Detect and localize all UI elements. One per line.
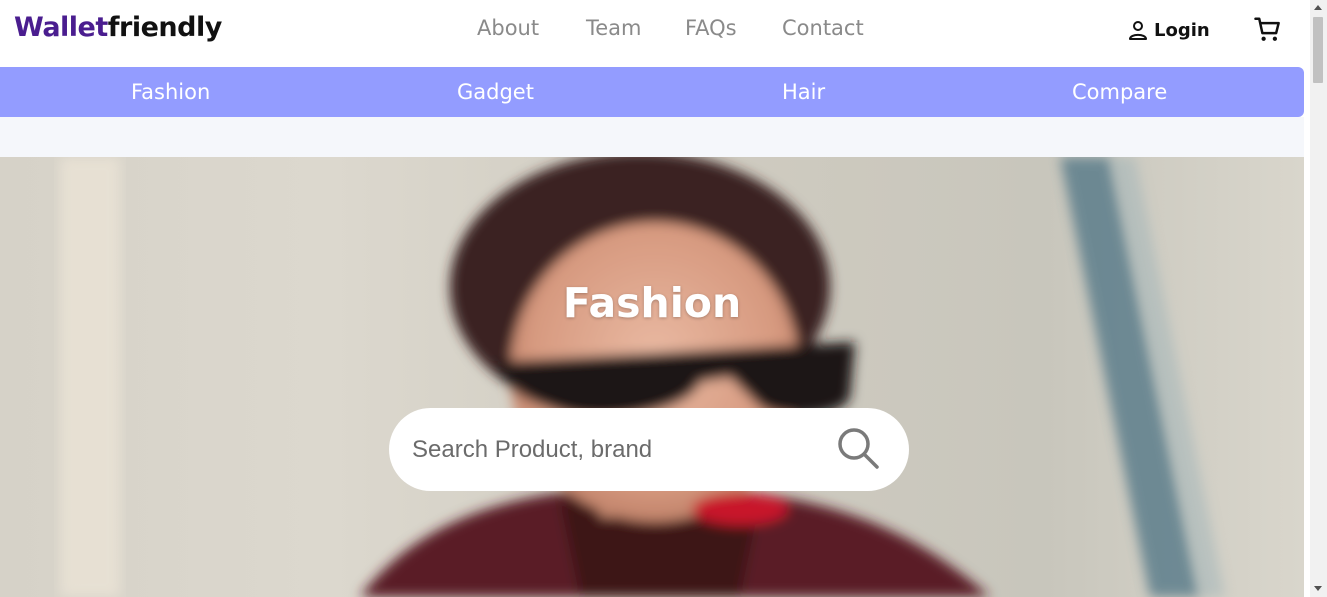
category-fashion[interactable]: Fashion [131, 80, 210, 104]
search-button[interactable] [835, 425, 881, 476]
nav-link-team[interactable]: Team [586, 16, 642, 40]
login-button[interactable]: Login [1126, 16, 1210, 44]
scroll-up-arrow-icon[interactable] [1314, 5, 1322, 10]
page-scrollbar[interactable] [1310, 0, 1327, 597]
scrollbar-thumb[interactable] [1313, 17, 1323, 83]
scroll-down-arrow-icon[interactable] [1314, 586, 1322, 591]
hero-image [60, 157, 1225, 597]
search-icon [838, 428, 879, 469]
search-box [389, 408, 909, 491]
section-spacer [0, 117, 1304, 157]
category-hair[interactable]: Hair [782, 80, 825, 104]
nav-link-contact[interactable]: Contact [782, 16, 864, 40]
hero-title: Fashion [562, 279, 742, 327]
cart-icon [1254, 17, 1280, 41]
login-label: Login [1154, 19, 1210, 41]
category-bar: Fashion Gadget Hair Compare [0, 67, 1304, 117]
site-header: Walletfriendly About Team FAQs Contact L… [0, 0, 1304, 60]
nav-link-faqs[interactable]: FAQs [685, 16, 737, 40]
user-icon [1129, 21, 1147, 40]
cart-button[interactable] [1253, 15, 1283, 50]
nav-link-about[interactable]: About [477, 16, 539, 40]
hero-banner: Fashion [0, 157, 1304, 597]
top-nav: About Team FAQs Contact [0, 16, 1304, 44]
search-input[interactable] [410, 430, 814, 470]
category-compare[interactable]: Compare [1072, 80, 1167, 104]
category-gadget[interactable]: Gadget [457, 80, 534, 104]
